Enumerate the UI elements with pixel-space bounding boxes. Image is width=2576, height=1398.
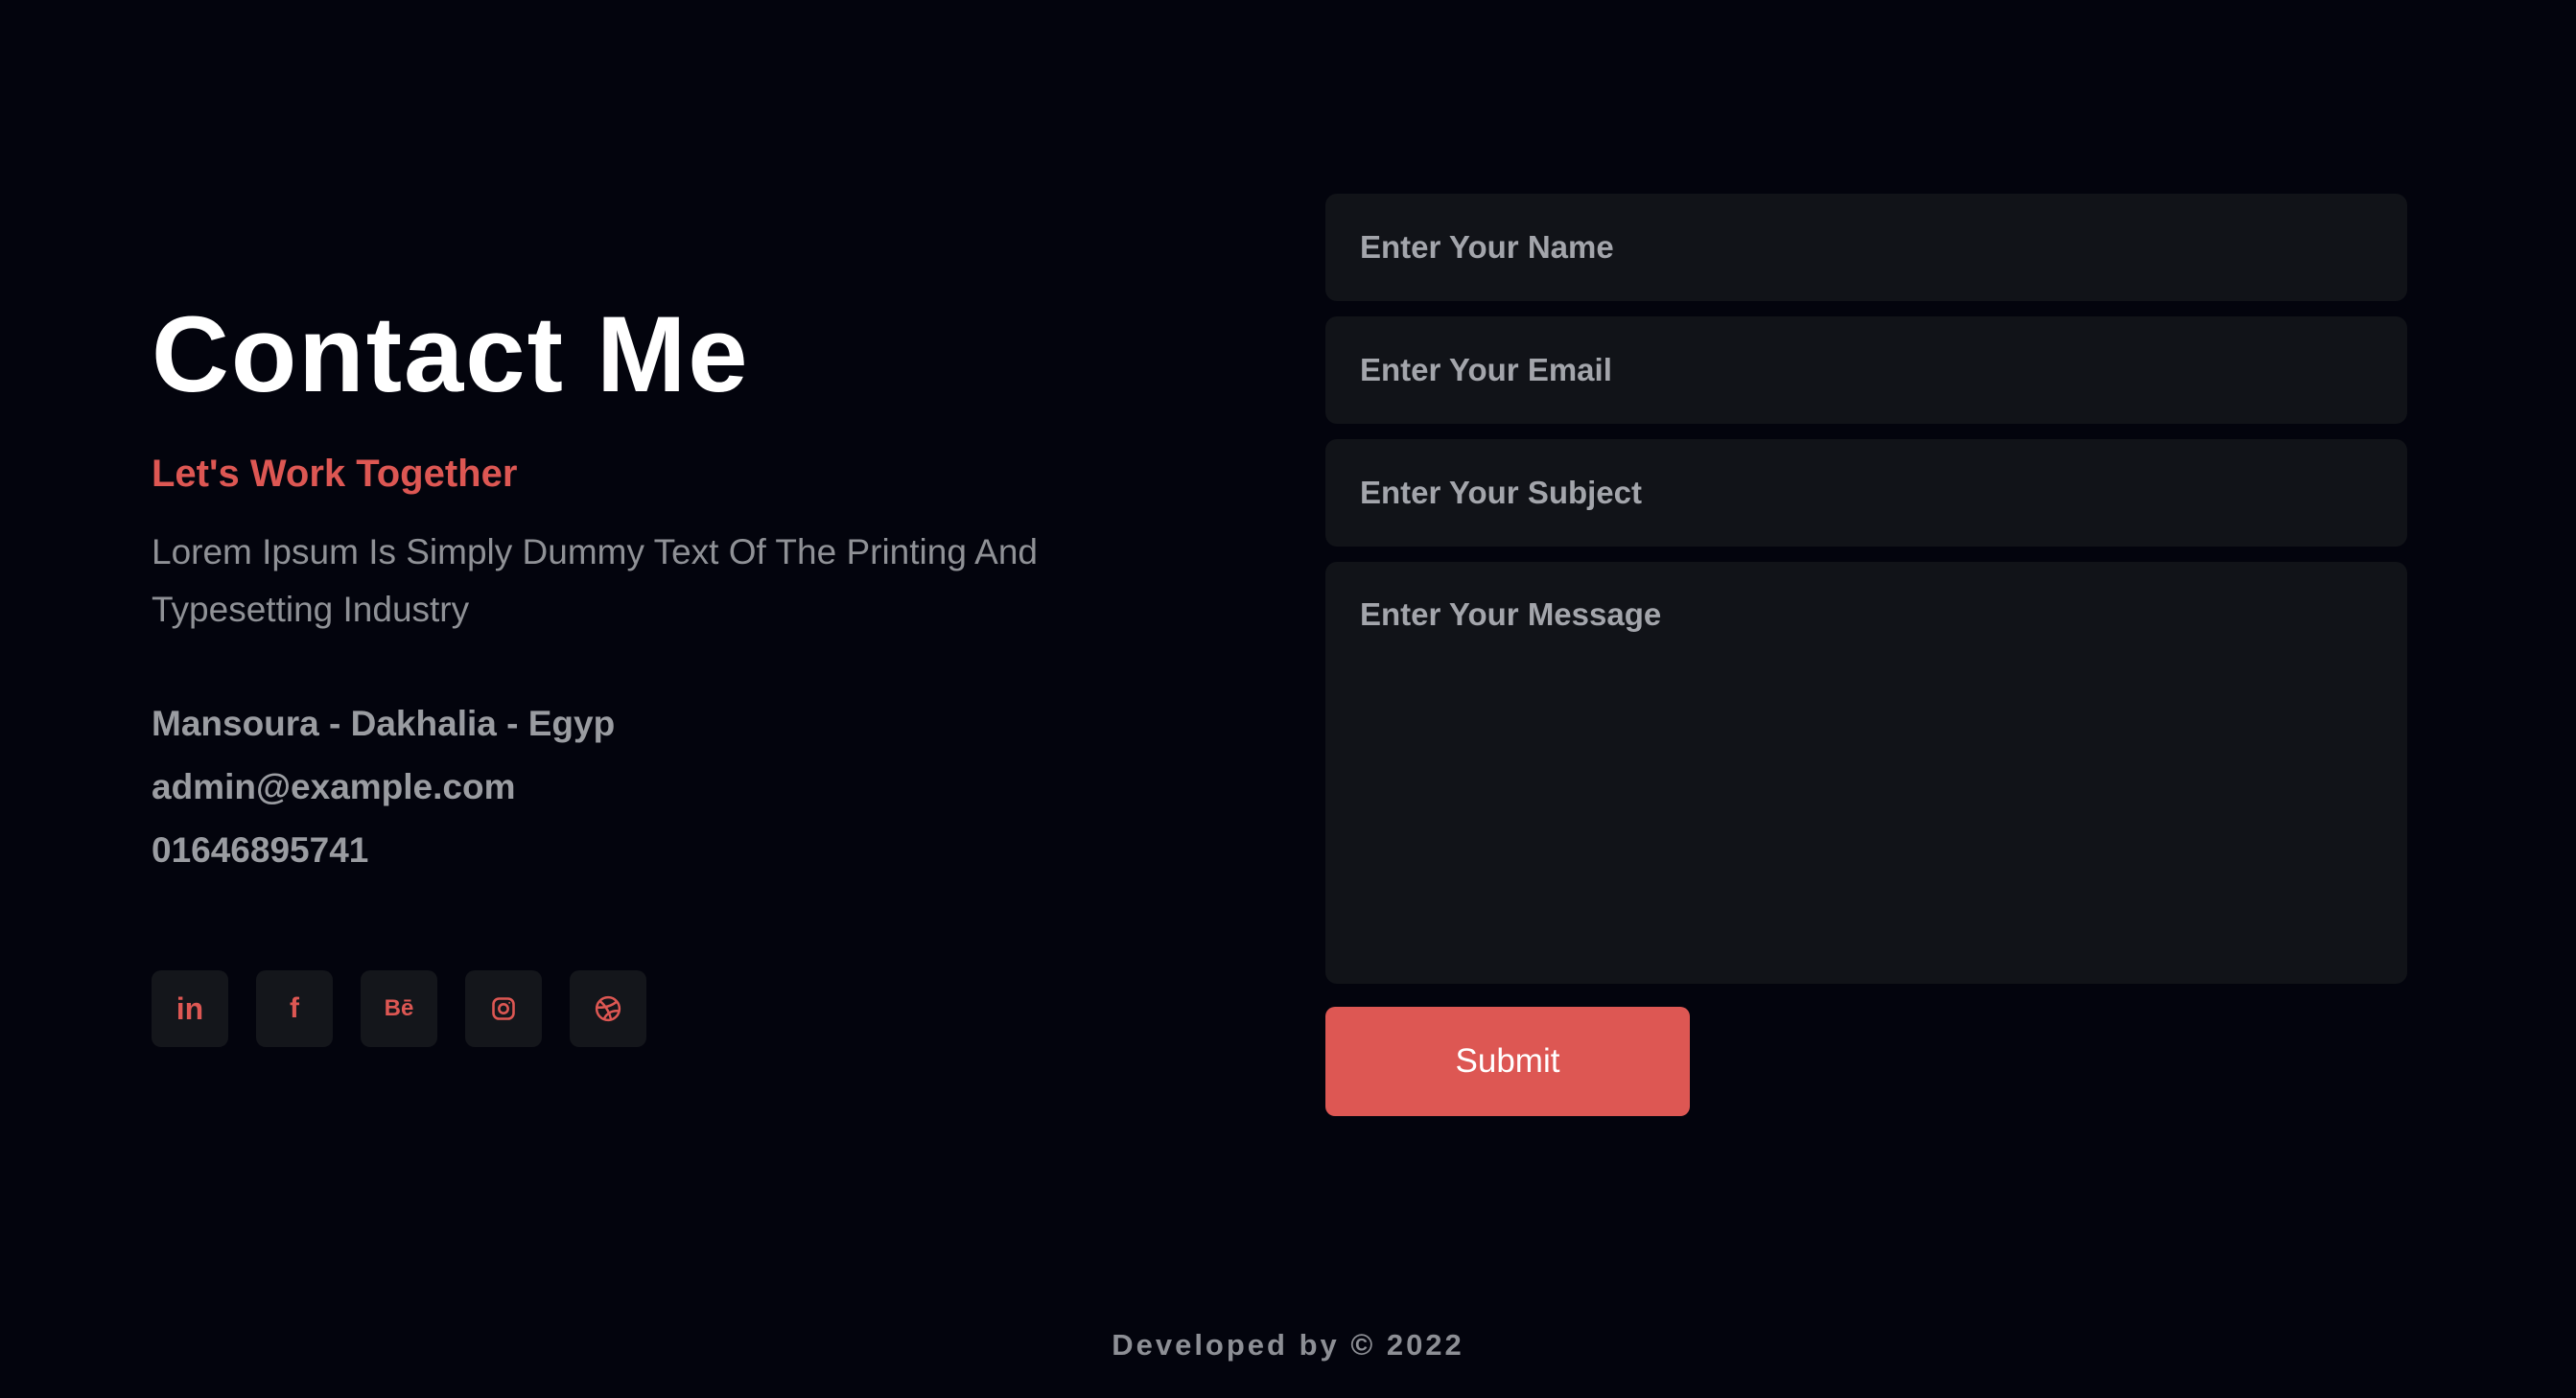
facebook-icon: f xyxy=(290,992,299,1024)
subject-input[interactable] xyxy=(1325,439,2407,547)
page-subtitle: Let's Work Together xyxy=(152,453,518,495)
instagram-link[interactable] xyxy=(465,970,542,1047)
message-textarea[interactable] xyxy=(1325,562,2407,984)
contact-description: Lorem Ipsum Is Simply Dummy Text Of The … xyxy=(152,532,1038,629)
behance-icon: Bē xyxy=(384,995,414,1021)
contact-address: Mansoura - Dakhalia - Egyp xyxy=(152,704,616,743)
footer-credit: Developed by © 2022 xyxy=(1112,1328,1464,1362)
email-input[interactable] xyxy=(1325,316,2407,424)
contact-phone: 01646895741 xyxy=(152,830,369,870)
contact-email: admin@example.com xyxy=(152,767,516,806)
contact-page: Contact Me Let's Work Together Lorem Ips… xyxy=(0,0,2576,1398)
dribbble-link[interactable] xyxy=(570,970,646,1047)
instagram-icon xyxy=(490,995,517,1022)
linkedin-link[interactable]: in xyxy=(152,970,228,1047)
linkedin-icon: in xyxy=(176,990,204,1026)
behance-link[interactable]: Bē xyxy=(361,970,437,1047)
facebook-link[interactable]: f xyxy=(256,970,333,1047)
dribbble-icon xyxy=(594,994,622,1023)
contact-info-section: Contact Me Let's Work Together Lorem Ips… xyxy=(152,288,1111,1047)
name-input[interactable] xyxy=(1325,194,2407,301)
page-title: Contact Me xyxy=(152,294,750,414)
social-links: in f Bē xyxy=(152,970,1111,1047)
contact-form: Submit xyxy=(1325,194,2407,1116)
contact-details: Mansoura - Dakhalia - Egyp admin@example… xyxy=(152,692,1111,882)
submit-button[interactable]: Submit xyxy=(1325,1007,1690,1116)
